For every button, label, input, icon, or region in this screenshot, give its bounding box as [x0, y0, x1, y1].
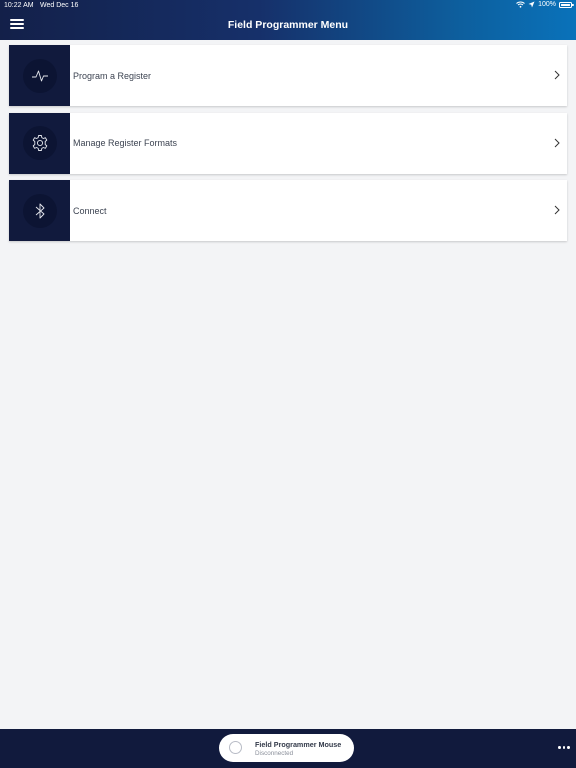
menu-item-program-register[interactable]: Program a Register — [9, 45, 567, 106]
status-time: 10:22 AM — [4, 2, 34, 9]
device-name: Field Programmer Mouse — [255, 740, 342, 749]
wifi-icon — [516, 1, 525, 8]
menu-item-connect[interactable]: Connect — [9, 180, 567, 241]
menu-item-icon-box — [9, 112, 70, 174]
pulse-waveform-icon — [31, 70, 48, 81]
chevron-right-icon — [554, 138, 560, 147]
page-title: Field Programmer Menu — [227, 19, 349, 31]
menu-item-manage-formats[interactable]: Manage Register Formats — [9, 112, 567, 174]
location-arrow-icon — [528, 1, 535, 8]
chevron-right-icon — [554, 205, 560, 215]
connection-status-icon — [229, 741, 242, 754]
bluetooth-icon — [35, 203, 44, 218]
chevron-right-icon — [554, 70, 560, 80]
status-date: Wed Dec 16 — [40, 2, 79, 9]
device-connection-pill[interactable]: Field Programmer Mouse Disconnected — [219, 734, 354, 762]
bottom-bar: Field Programmer Mouse Disconnected — [0, 729, 576, 768]
more-dots-icon[interactable] — [558, 746, 571, 750]
battery-percent: 100% — [538, 1, 556, 8]
gear-icon — [32, 135, 47, 151]
battery-icon — [559, 1, 574, 8]
device-status: Disconnected — [255, 750, 294, 757]
menu-item-label: Connect — [73, 205, 107, 216]
menu-item-icon-box — [9, 180, 70, 241]
menu-item-icon-box — [9, 45, 70, 106]
menu-item-label: Program a Register — [73, 70, 152, 81]
status-indicators: 100% — [516, 1, 574, 8]
app-header: 10:22 AM Wed Dec 16 100% Field Programme… — [0, 0, 576, 40]
menu-item-label: Manage Register Formats — [73, 138, 178, 148]
menu-list: Program a Register Manage Register Forma… — [9, 45, 567, 248]
status-bar: 10:22 AM Wed Dec 16 100% — [0, 0, 576, 12]
